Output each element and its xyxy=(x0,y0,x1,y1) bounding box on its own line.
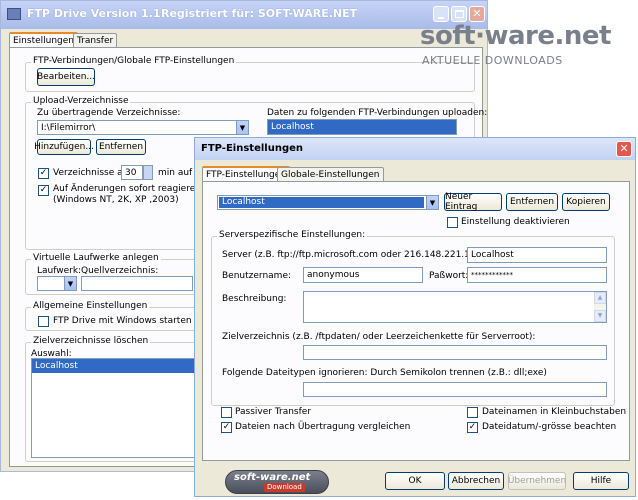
user-label: Benutzername: xyxy=(222,271,292,281)
desc-textarea[interactable]: ▲ ▼ xyxy=(303,291,607,323)
target-input[interactable] xyxy=(303,345,607,360)
source-input[interactable] xyxy=(81,276,193,291)
chevron-down-icon[interactable]: ▼ xyxy=(236,121,248,134)
new-entry-button[interactable]: Neuer Eintrag xyxy=(444,192,502,212)
disable-label: Einstellung deaktivieren xyxy=(461,217,570,227)
dir-value: I:\Filemirror\ xyxy=(41,123,96,133)
watermark-brand: soft·ware.net xyxy=(420,21,611,51)
dialog-title-bar[interactable]: FTP-Einstellungen ✕ xyxy=(195,138,635,160)
upload-to-label: Daten zu folgenden FTP-Verbindungen uplo… xyxy=(267,108,488,118)
lowercase-checkbox[interactable] xyxy=(467,407,478,418)
registered-text: Registriert für: SOFT-WARE.NET xyxy=(161,7,358,20)
compare-checkbox[interactable]: ✓ xyxy=(221,422,232,433)
autostart-label: FTP Drive mit Windows starten xyxy=(53,316,192,326)
tab-einstellungen[interactable]: Einstellungen xyxy=(9,32,79,48)
watermark-tagline: AKTUELLE DOWNLOADS xyxy=(422,54,563,67)
tab-transfer[interactable]: Transfer xyxy=(73,33,118,48)
remove-entry-button[interactable]: Entfernen xyxy=(506,193,558,211)
ok-button[interactable]: OK xyxy=(385,472,445,490)
download-badge: soft-ware.net Download xyxy=(225,470,329,494)
compare-label: Dateien nach Übertragung vergleichen xyxy=(235,422,411,432)
server-input[interactable]: Localhost xyxy=(467,247,607,263)
interval-spinner[interactable] xyxy=(143,165,153,180)
react-label-2: (Windows NT, 2K, XP ,2003) xyxy=(53,195,179,205)
connection-dropdown-icon[interactable]: ▼ xyxy=(426,196,438,209)
upload-group-label: Upload-Verzeichnisse xyxy=(31,96,131,107)
desc-label: Beschreibung: xyxy=(222,294,287,304)
target-label: Zielverzeichnis (z.B. /ftpdaten/ oder Le… xyxy=(222,332,536,342)
close-icon: ✕ xyxy=(472,7,482,20)
react-checkbox[interactable]: ✓ xyxy=(38,185,49,196)
app-icon xyxy=(7,8,21,20)
ftp-settings-dialog: FTP-Einstellungen ✕ FTP-Einstellungen Gl… xyxy=(194,137,636,497)
delete-conn-list[interactable]: Localhost xyxy=(31,358,201,458)
dialog-close-button[interactable]: ✕ xyxy=(616,141,632,157)
server-group-label: Serverspezifische Einstellungen: xyxy=(217,230,368,241)
upload-conn-item[interactable]: Localhost xyxy=(268,120,456,134)
ignore-label: Folgende Dateitypen ignorieren: Durch Se… xyxy=(222,368,547,378)
main-title: FTP Drive Version 1.1 xyxy=(27,7,161,20)
delete-group-label: Zielverzeichnisse löschen xyxy=(31,336,151,347)
delete-conn-item[interactable]: Localhost xyxy=(32,359,200,373)
user-input[interactable]: anonymous xyxy=(303,267,423,283)
ignore-input[interactable] xyxy=(303,382,607,397)
desc-scrollbar[interactable]: ▲ ▼ xyxy=(594,292,606,322)
pass-input[interactable]: ************ xyxy=(467,267,607,283)
help-button[interactable]: Hilfe xyxy=(573,472,629,490)
scroll-up-icon[interactable]: ▲ xyxy=(594,292,606,304)
datesize-label: Dateidatum/-grösse beachten xyxy=(482,422,617,432)
dialog-close-icon: ✕ xyxy=(619,142,629,155)
cancel-button[interactable]: Abbrechen xyxy=(448,472,504,490)
apply-button[interactable]: Übernehmen xyxy=(508,472,566,490)
passive-label: Passiver Transfer xyxy=(235,407,312,417)
datesize-checkbox[interactable]: ✓ xyxy=(467,422,478,433)
conn-group-label: FTP-Verbindungen/Globale FTP-Einstellung… xyxy=(31,56,237,67)
connection-select[interactable]: Localhost ▼ xyxy=(217,195,439,210)
watermark-logo: soft·ware.net AKTUELLE DOWNLOADS xyxy=(420,20,632,72)
disable-checkbox[interactable] xyxy=(447,217,458,228)
upload-conn-list[interactable]: Localhost xyxy=(267,119,457,135)
badge-sub: Download xyxy=(264,483,305,492)
lowercase-label: Dateinamen in Kleinbuchstaben xyxy=(482,407,627,417)
virtual-group-label: Virtuelle Laufwerke anlegen xyxy=(31,253,161,264)
dialog-title: FTP-Einstellungen xyxy=(201,143,304,154)
interval-input[interactable]: 30 xyxy=(121,165,143,180)
minimize-icon xyxy=(438,17,444,19)
general-group-label: Allgemeine Einstellungen xyxy=(31,301,150,312)
dirs-label: Zu übertragende Verzeichnisse: xyxy=(37,108,181,118)
dir-select[interactable]: I:\Filemirror\ ▼ xyxy=(37,120,249,135)
edit-button[interactable]: Bearbeiten... xyxy=(37,68,95,86)
copy-entry-button[interactable]: Kopieren xyxy=(562,193,610,211)
scroll-down-icon[interactable]: ▼ xyxy=(594,310,606,322)
remove-dir-button[interactable]: Entfernen xyxy=(96,139,146,155)
drive-dropdown-icon[interactable]: ▼ xyxy=(64,277,76,290)
add-dir-button[interactable]: Hinzufügen... xyxy=(34,139,94,155)
autostart-checkbox[interactable] xyxy=(38,316,49,327)
pass-label: Paßwort: xyxy=(429,271,469,281)
connection-value: Localhost xyxy=(219,197,424,208)
server-label: Server (z.B. ftp://ftp.microsoft.com ode… xyxy=(222,250,488,260)
interval-checkbox[interactable]: ✓ xyxy=(38,168,49,179)
tab-global-settings[interactable]: Globale-Einstellungen xyxy=(277,167,384,182)
drive-select[interactable]: ▼ xyxy=(37,276,77,291)
passive-checkbox[interactable] xyxy=(221,407,232,418)
maximize-icon xyxy=(455,10,464,18)
main-title-bar[interactable]: FTP Drive Version 1.1 Registriert für: S… xyxy=(1,1,487,29)
